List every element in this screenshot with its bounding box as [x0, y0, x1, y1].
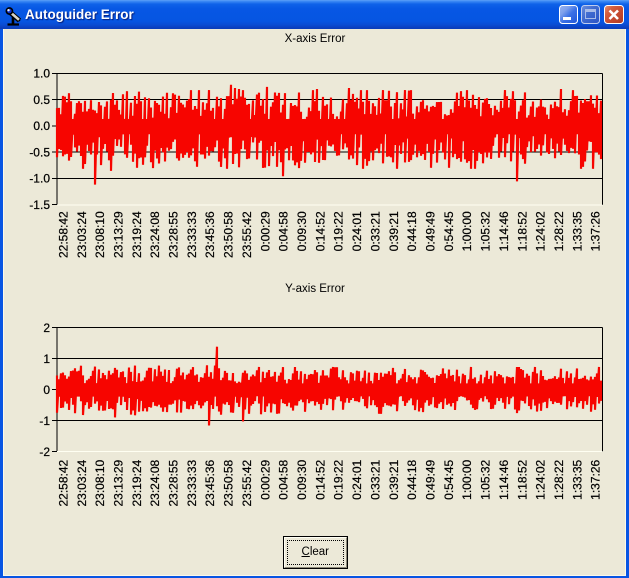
svg-text:-2: -2 — [39, 445, 50, 459]
svg-text:0:04:58: 0:04:58 — [277, 211, 291, 251]
svg-text:0:49:49: 0:49:49 — [424, 211, 438, 251]
svg-text:0:19:22: 0:19:22 — [332, 459, 346, 499]
svg-text:0:54:45: 0:54:45 — [442, 211, 456, 251]
svg-text:0:39:21: 0:39:21 — [387, 459, 401, 499]
svg-text:23:28:55: 23:28:55 — [167, 459, 181, 506]
svg-text:0:39:21: 0:39:21 — [387, 211, 401, 251]
svg-text:1:18:52: 1:18:52 — [515, 459, 529, 499]
svg-text:23:28:55: 23:28:55 — [167, 211, 181, 258]
svg-text:2: 2 — [43, 321, 50, 335]
svg-text:1:00:00: 1:00:00 — [460, 459, 474, 499]
svg-text:1: 1 — [43, 352, 50, 366]
svg-text:1:28:22: 1:28:22 — [552, 211, 566, 251]
svg-text:23:03:24: 23:03:24 — [75, 211, 89, 258]
svg-text:0:14:52: 0:14:52 — [313, 211, 327, 251]
svg-text:23:08:10: 23:08:10 — [93, 211, 107, 258]
svg-text:-1: -1 — [39, 414, 50, 428]
svg-text:0:24:01: 0:24:01 — [350, 459, 364, 499]
svg-text:0:14:52: 0:14:52 — [313, 459, 327, 499]
svg-text:0:44:18: 0:44:18 — [405, 211, 419, 251]
svg-text:1:24:02: 1:24:02 — [534, 459, 548, 499]
svg-text:0:19:22: 0:19:22 — [332, 211, 346, 251]
svg-text:0:44:18: 0:44:18 — [405, 459, 419, 499]
svg-text:1:14:46: 1:14:46 — [497, 459, 511, 499]
svg-text:23:33:33: 23:33:33 — [185, 211, 199, 258]
svg-text:1:00:00: 1:00:00 — [460, 211, 474, 251]
svg-text:1:05:32: 1:05:32 — [479, 459, 493, 499]
svg-text:23:24:08: 23:24:08 — [148, 459, 162, 506]
svg-text:0:24:01: 0:24:01 — [350, 211, 364, 251]
svg-text:0:09:30: 0:09:30 — [295, 211, 309, 251]
svg-text:-1.5: -1.5 — [29, 198, 50, 212]
svg-text:1:05:32: 1:05:32 — [479, 211, 493, 251]
svg-text:0:33:21: 0:33:21 — [368, 211, 382, 251]
svg-text:23:33:33: 23:33:33 — [185, 459, 199, 506]
svg-text:0.5: 0.5 — [33, 93, 50, 107]
svg-text:23:03:24: 23:03:24 — [75, 459, 89, 506]
svg-text:-0.5: -0.5 — [29, 145, 50, 159]
svg-text:-1.0: -1.0 — [29, 172, 50, 186]
svg-text:1:28:22: 1:28:22 — [552, 459, 566, 499]
svg-text:1:24:02: 1:24:02 — [534, 211, 548, 251]
svg-text:0:49:49: 0:49:49 — [424, 459, 438, 499]
svg-text:23:55:42: 23:55:42 — [240, 211, 254, 258]
svg-text:1:33:35: 1:33:35 — [570, 211, 584, 251]
svg-text:1:14:46: 1:14:46 — [497, 211, 511, 251]
svg-text:1:37:26: 1:37:26 — [589, 211, 603, 251]
svg-text:23:13:29: 23:13:29 — [112, 211, 126, 258]
svg-text:1:37:26: 1:37:26 — [589, 459, 603, 499]
svg-text:23:19:24: 23:19:24 — [130, 459, 144, 506]
svg-text:23:50:58: 23:50:58 — [222, 211, 236, 258]
svg-text:23:08:10: 23:08:10 — [93, 459, 107, 506]
svg-text:22:58:42: 22:58:42 — [56, 211, 70, 258]
svg-text:1.0: 1.0 — [33, 67, 50, 81]
svg-text:23:13:29: 23:13:29 — [112, 459, 126, 506]
svg-text:0:33:21: 0:33:21 — [368, 459, 382, 499]
svg-text:1:18:52: 1:18:52 — [515, 211, 529, 251]
svg-text:23:55:42: 23:55:42 — [240, 459, 254, 506]
svg-text:23:19:24: 23:19:24 — [130, 211, 144, 258]
svg-text:23:45:36: 23:45:36 — [203, 211, 217, 258]
svg-text:0.0: 0.0 — [33, 119, 50, 133]
svg-text:22:58:42: 22:58:42 — [56, 459, 70, 506]
svg-text:0:00:29: 0:00:29 — [258, 211, 272, 251]
svg-text:23:45:36: 23:45:36 — [203, 459, 217, 506]
svg-text:1:33:35: 1:33:35 — [570, 459, 584, 499]
svg-text:23:50:58: 23:50:58 — [222, 459, 236, 506]
svg-text:23:24:08: 23:24:08 — [148, 211, 162, 258]
svg-text:0: 0 — [43, 383, 50, 397]
svg-text:0:00:29: 0:00:29 — [258, 459, 272, 499]
svg-text:0:04:58: 0:04:58 — [277, 459, 291, 499]
svg-text:0:54:45: 0:54:45 — [442, 459, 456, 499]
svg-text:0:09:30: 0:09:30 — [295, 459, 309, 499]
